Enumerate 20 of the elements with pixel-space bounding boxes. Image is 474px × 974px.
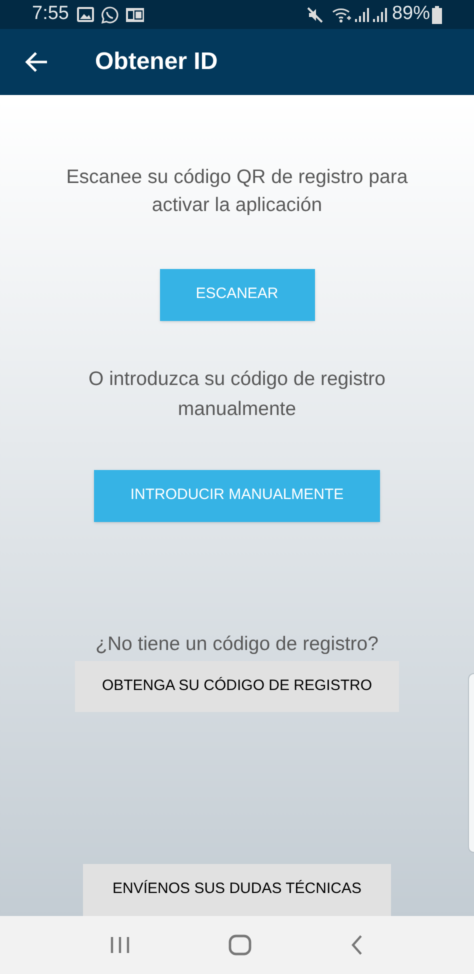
signal-icon — [372, 6, 388, 23]
get-code-button[interactable]: OBTENGA SU CÓDIGO DE REGISTRO — [75, 660, 399, 712]
grid-app-icon — [126, 8, 144, 22]
image-icon — [76, 7, 94, 22]
home-button[interactable] — [228, 934, 252, 956]
signal-icon — [354, 6, 370, 23]
battery-icon — [432, 6, 442, 24]
status-time: 7:55 — [32, 2, 69, 26]
chat-bubble-icon — [100, 6, 119, 24]
wifi-icon — [332, 6, 352, 23]
screen-title: Obtener ID — [95, 46, 218, 77]
scan-instructions: Escanee su código QR de registro para activar la aplicación — [65, 164, 409, 218]
recent-apps-button[interactable] — [108, 934, 131, 955]
back-arrow-icon — [25, 50, 49, 73]
muted-speaker-icon — [306, 6, 324, 24]
no-code-question: ¿No tiene un código de registro? — [96, 632, 378, 657]
edge-panel-handle[interactable] — [468, 672, 474, 853]
manual-instructions: O introduzca su código de registro manualmente — [88, 366, 386, 422]
battery-percent: 89% — [392, 2, 430, 26]
support-button[interactable]: ENVÍENOS SUS DUDAS TÉCNICAS — [83, 864, 391, 916]
